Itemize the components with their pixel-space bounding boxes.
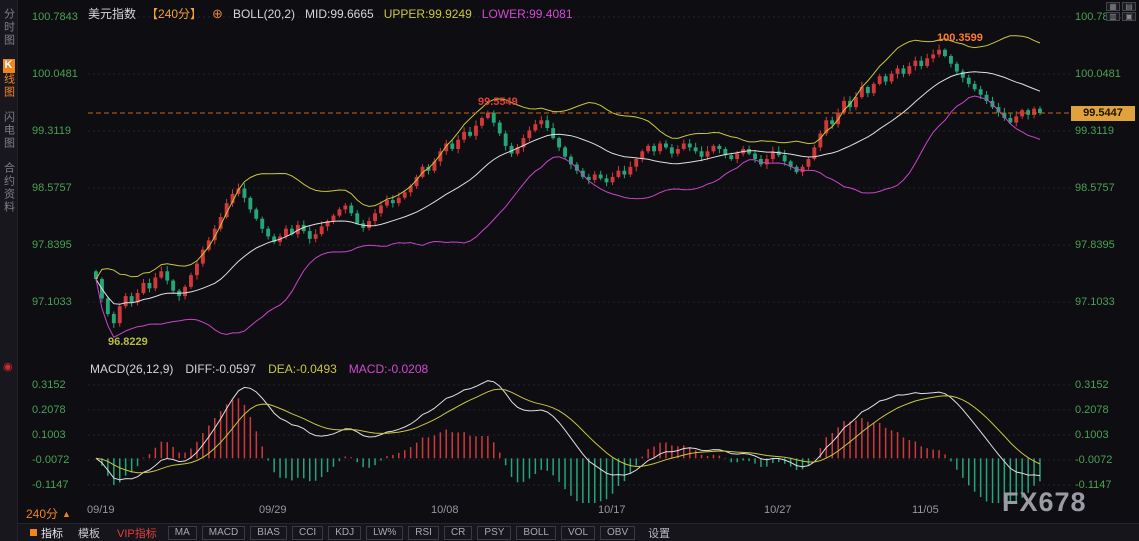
macd-chart[interactable] (88, 378, 1070, 503)
boll-mid-value: MID:99.6665 (305, 6, 374, 21)
left-sidebar: 分时图 K线图闪电图合约资料 ◉ (0, 0, 18, 541)
axis-tick-label: -0.0072 (32, 453, 70, 466)
high-peak-label: 100.3599 (937, 32, 983, 44)
date-axis: 09/19 09/29 10/08 10/17 10/27 11/05 (0, 504, 1139, 518)
axis-tick-label: 0.3152 (32, 378, 66, 391)
sidebar-item-合约资料[interactable]: 合约资料 (1, 162, 17, 214)
layout-buttons: ▦ ▤ ▥ ▣ (1106, 2, 1136, 21)
sidebar-item-K线图[interactable]: K线图 (1, 59, 17, 99)
toolbar-tab-设置[interactable]: 设置 (648, 525, 670, 541)
toolbar-indicator-RSI[interactable]: RSI (408, 525, 439, 540)
macd-indicator-label[interactable]: MACD(26,12,9) (90, 362, 173, 376)
period-arrow-icon: ▲ (62, 508, 71, 519)
toolbar-indicator-VOL[interactable]: VOL (561, 525, 596, 540)
date-tick-label: 11/05 (912, 504, 939, 516)
axis-tick-label: 97.1033 (32, 296, 72, 309)
record-dot-icon[interactable]: ◉ (3, 360, 13, 373)
toolbar-indicator-MA[interactable]: MA (167, 525, 197, 540)
date-tick-label: 10/27 (764, 504, 792, 516)
axis-tick-label: 97.8395 (1075, 239, 1115, 252)
date-tick-label: 10/08 (431, 504, 459, 516)
boll-upper-value: UPPER:99.9249 (383, 6, 472, 21)
candlestick-chart[interactable] (88, 8, 1070, 355)
axis-tick-label: 0.1003 (1075, 428, 1109, 441)
axis-tick-label: 0.2078 (32, 403, 66, 416)
axis-tick-label: 0.3152 (1075, 378, 1109, 391)
price-axis-right: 100.7843 100.0481 99.3119 98.5757 97.8395 97.… (1071, 0, 1139, 541)
chart-header: 美元指数 【240分】 ⊕ BOLL(20,2) MID:99.6665 UPP… (88, 5, 573, 22)
axis-tick-label: 99.3119 (32, 125, 71, 137)
date-tick-label: 10/17 (598, 504, 626, 516)
sidebar-item-分时图[interactable]: 分时图 (1, 8, 17, 47)
symbol-name: 美元指数 (88, 7, 137, 21)
axis-tick-label: 97.8395 (32, 239, 72, 252)
period-label[interactable]: 【240分】 (146, 5, 202, 22)
toolbar-tab-指标[interactable]: 指标 (26, 525, 67, 541)
toolbar-indicator-CCI[interactable]: CCI (291, 525, 324, 540)
layout-grid-icon-3[interactable]: ▥ (1106, 12, 1120, 21)
date-tick-label: 09/29 (259, 504, 287, 516)
axis-tick-label: -0.0072 (1075, 453, 1113, 466)
toolbar-tab-VIP指标[interactable]: VIP指标 (111, 525, 163, 541)
axis-tick-label: 99.3119 (1075, 125, 1114, 137)
macd-value: MACD:-0.0208 (348, 362, 429, 376)
axis-tick-label: 100.7843 (32, 10, 78, 23)
trading-app: 分时图 K线图闪电图合约资料 ◉ 美元指数 【240分】 ⊕ BOLL(20,2) … (0, 0, 1139, 541)
axis-tick-label: 0.2078 (1075, 403, 1109, 416)
axis-tick-label: 100.0481 (32, 67, 78, 80)
mid-peak-label: 99.5549 (478, 96, 518, 108)
macd-diff-value: DIFF:-0.0597 (185, 362, 257, 376)
last-price-badge: 99.5447 (1071, 106, 1135, 121)
period-selector[interactable]: 240分 ▲ (26, 505, 71, 522)
toolbar-indicator-OBV[interactable]: OBV (600, 525, 636, 540)
price-axis-left: 100.7843 100.0481 99.3119 98.5757 97.8395 97.… (18, 0, 88, 541)
toolbar-indicator-BOLL[interactable]: BOLL (516, 525, 556, 540)
axis-tick-label: 97.1033 (1075, 296, 1115, 309)
boll-indicator-label[interactable]: BOLL(20,2) (233, 7, 295, 21)
toolbar-indicator-KDJ[interactable]: KDJ (328, 525, 362, 540)
boll-lower-value: LOWER:99.4081 (481, 6, 573, 21)
axis-tick-label: 100.0481 (1075, 67, 1121, 80)
axis-tick-label: -0.1147 (32, 479, 69, 491)
sidebar-item-闪电图[interactable]: 闪电图 (1, 111, 17, 150)
date-tick-label: 09/19 (87, 504, 115, 516)
toolbar-indicator-PSY[interactable]: PSY (477, 525, 512, 540)
macd-header: MACD(26,12,9) DIFF:-0.0597 DEA:-0.0493 M… (90, 362, 428, 376)
axis-tick-label: 98.5757 (32, 182, 72, 195)
active-tab-badge: K (2, 59, 15, 73)
axis-tick-label: 0.1003 (32, 428, 66, 441)
layout-grid-icon-4[interactable]: ▣ (1122, 12, 1136, 21)
macd-dea-value: DEA:-0.0493 (268, 362, 337, 376)
low-price-label: 96.8229 (108, 336, 148, 348)
axis-tick-label: 98.5757 (1075, 182, 1115, 195)
watermark-logo: FX678 (1002, 487, 1087, 517)
layout-grid-icon-1[interactable]: ▦ (1106, 2, 1120, 11)
toolbar-indicator-BIAS[interactable]: BIAS (250, 525, 287, 540)
period-selector-label[interactable]: 240分 (26, 505, 58, 522)
toolbar-indicator-MACD[interactable]: MACD (201, 525, 246, 540)
indicator-toolbar: 指标 模板 VIP指标 MA MACD BIAS CCI KDJ LW% RSI CR PSY BOLL… (18, 523, 1139, 541)
layout-grid-icon-2[interactable]: ▤ (1122, 2, 1136, 11)
indicator-picker-icon[interactable]: ⊕ (212, 6, 223, 22)
toolbar-indicator-LW%[interactable]: LW% (366, 525, 404, 540)
toolbar-indicator-CR[interactable]: CR (443, 525, 473, 540)
toolbar-tab-模板[interactable]: 模板 (72, 525, 106, 541)
